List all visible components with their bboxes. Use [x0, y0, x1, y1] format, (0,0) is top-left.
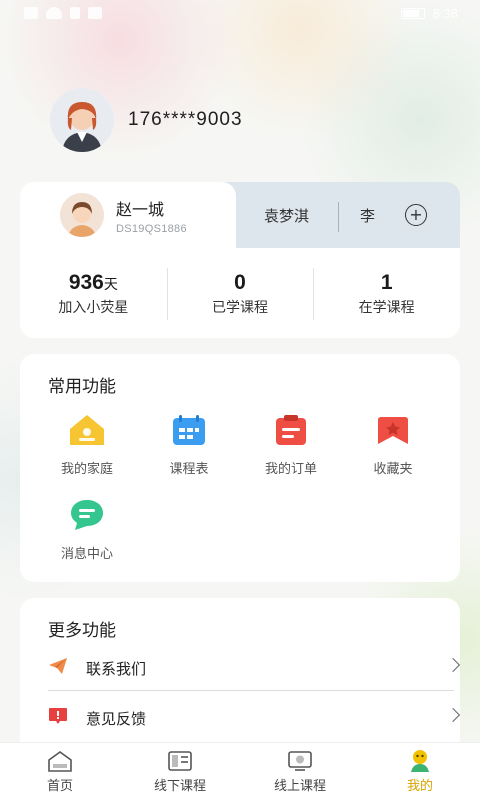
more-functions-card: 更多功能 联系我们 意见反馈 [20, 598, 461, 758]
student-card: 赵一城 DS19QS1886 袁梦淇 李 + 936天 加入小荧星 0 已学课程… [20, 182, 460, 338]
func-my-family-label: 我的家庭 [60, 462, 113, 477]
tab-home[interactable]: 首页 [0, 743, 120, 800]
stat-days-label: 加入小荧星 [58, 300, 129, 316]
tab-online-courses-label: 线上课程 [273, 778, 326, 794]
tab-me[interactable]: 我的 [360, 743, 480, 800]
user-avatar[interactable] [50, 88, 114, 152]
stat-learning[interactable]: 1 在学课程 [313, 266, 460, 322]
feedback-icon [48, 707, 68, 729]
func-message-center-label: 消息中心 [60, 547, 113, 562]
clock: 8:38 [432, 5, 458, 21]
home-tab-icon [47, 750, 73, 772]
plus-icon: + [409, 205, 423, 224]
stat-days: 936天 加入小荧星 [20, 266, 167, 322]
wifi-icon [46, 7, 62, 19]
profile-header[interactable]: 176****9003 [50, 88, 243, 152]
online-course-icon [287, 750, 313, 772]
stats-row: 936天 加入小荧星 0 已学课程 1 在学课程 [20, 266, 460, 322]
sim-icon [70, 7, 80, 19]
func-schedule-label: 课程表 [169, 462, 209, 477]
tab-offline-courses-label: 线下课程 [153, 778, 206, 794]
battery-icon [400, 7, 425, 19]
func-my-orders[interactable]: 我的订单 [240, 410, 342, 477]
common-functions-card: 常用功能 我的家庭 课程表 我的订单 收藏夹 消息中心 [20, 354, 460, 582]
tab-divider [338, 202, 339, 232]
feedback-label: 意见反馈 [86, 709, 147, 728]
stat-learned-value: 0 [234, 271, 246, 294]
func-favorites[interactable]: 收藏夹 [342, 410, 444, 477]
add-student-button[interactable]: + [405, 204, 427, 226]
function-grid: 我的家庭 课程表 我的订单 收藏夹 消息中心 [36, 410, 444, 562]
phone-number: 176****9003 [128, 109, 243, 130]
student-tab-2[interactable]: 袁梦淇 [264, 182, 309, 248]
chevron-right-icon [445, 657, 461, 673]
stat-learning-value: 1 [380, 271, 393, 294]
common-functions-title: 常用功能 [48, 377, 116, 397]
home-icon [67, 410, 107, 450]
func-favorites-label: 收藏夹 [373, 462, 413, 477]
student-name: 赵一城 [116, 199, 165, 219]
student-avatar [60, 193, 104, 237]
tab-online-courses[interactable]: 线上课程 [240, 743, 360, 800]
status-bar: 8:38 [0, 0, 480, 26]
func-my-orders-label: 我的订单 [264, 462, 317, 477]
func-message-center[interactable]: 消息中心 [36, 495, 138, 562]
student-id: DS19QS1886 [116, 222, 187, 235]
tab-offline-courses[interactable]: 线下课程 [120, 743, 240, 800]
stat-days-value: 936 [68, 271, 104, 294]
stat-learned-label: 已学课程 [212, 300, 268, 316]
calendar-icon [169, 410, 209, 450]
status-icons [24, 7, 102, 19]
stat-learning-label: 在学课程 [358, 300, 415, 316]
me-icon [407, 749, 433, 772]
bottom-tab-bar: 首页 线下课程 线上课程 我的 [0, 742, 480, 800]
stat-days-unit: 天 [103, 277, 118, 293]
contact-us-row[interactable]: 联系我们 [48, 644, 461, 692]
app-notify-icon [88, 7, 102, 19]
notification-icon [24, 7, 38, 19]
feedback-row[interactable]: 意见反馈 [48, 694, 461, 742]
tab-me-label: 我的 [406, 778, 433, 794]
divider [48, 690, 454, 691]
paper-plane-icon [48, 657, 68, 679]
favorite-icon [373, 410, 413, 450]
more-functions-title: 更多功能 [48, 621, 116, 641]
func-my-family[interactable]: 我的家庭 [36, 410, 138, 477]
tab-home-label: 首页 [46, 778, 73, 794]
student-tabs: 赵一城 DS19QS1886 袁梦淇 李 + [20, 182, 460, 248]
func-schedule[interactable]: 课程表 [138, 410, 240, 477]
contact-us-label: 联系我们 [86, 659, 147, 678]
student-tab-3[interactable]: 李 [360, 182, 375, 248]
student-tab-active[interactable]: 赵一城 DS19QS1886 [20, 182, 236, 248]
offline-course-icon [167, 750, 193, 772]
message-icon [67, 495, 107, 535]
chevron-right-icon [445, 707, 461, 723]
order-icon [271, 410, 311, 450]
stat-learned[interactable]: 0 已学课程 [166, 266, 314, 322]
